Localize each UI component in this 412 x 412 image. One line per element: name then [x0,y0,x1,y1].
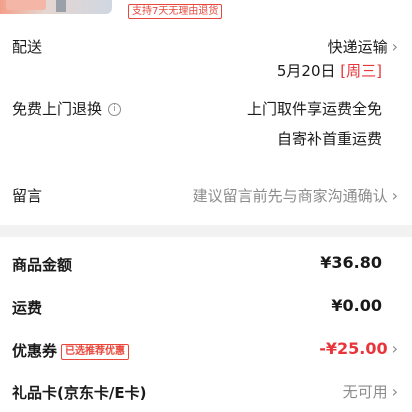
info-icon[interactable]: i [108,103,122,116]
message-placeholder: 建议留言前先与商家沟通确认 [192,187,388,205]
delivery-method-text: 快递运输 [327,38,388,56]
coupon-selector[interactable]: -¥25.00 › [319,339,398,358]
message-label: 留言 [12,187,43,205]
free-return-line2: 自寄补首重运费 [276,130,382,148]
goods-amount-label: 商品金额 [12,256,73,274]
giftcard-selector[interactable]: 无可用 › [343,381,398,402]
delivery-method[interactable]: 快递运输 › [328,36,398,57]
section-divider [0,225,412,237]
delivery-label: 配送 [12,38,43,56]
delivery-weekday: [周三] [340,62,382,80]
coupon-row: 优惠券 已选推荐优惠 [12,340,130,361]
shipping-value: ¥0.00 [331,296,382,315]
coupon-value: -¥25.00 [319,339,388,358]
product-thumbnail[interactable] [0,0,112,14]
thumbnail-part [6,0,46,10]
chevron-right-icon: › [391,382,398,401]
goods-amount-value: ¥36.80 [320,253,382,272]
free-return-label: 免费上门退换 [12,100,103,118]
free-return-row: 免费上门退换 i [12,98,122,119]
giftcard-label: 礼品卡(京东卡/E卡) [12,384,147,402]
message-input[interactable]: 建议留言前先与商家沟通确认 › [193,185,398,206]
return-policy-tag: 支持7天无理由退货 [128,4,223,19]
chevron-right-icon: › [391,339,398,358]
delivery-date[interactable]: 5月20日 [周三] [277,60,382,81]
shipping-label: 运费 [12,299,43,317]
giftcard-value: 无可用 [342,383,388,401]
chevron-right-icon: › [391,186,398,205]
thumbnail-part [56,0,66,12]
chevron-right-icon: › [391,37,398,56]
coupon-tag: 已选推荐优惠 [61,343,130,360]
coupon-label: 优惠券 [12,342,58,360]
delivery-date-text: 5月20日 [276,62,336,80]
free-return-line1: 上门取件享运费全免 [246,100,382,118]
